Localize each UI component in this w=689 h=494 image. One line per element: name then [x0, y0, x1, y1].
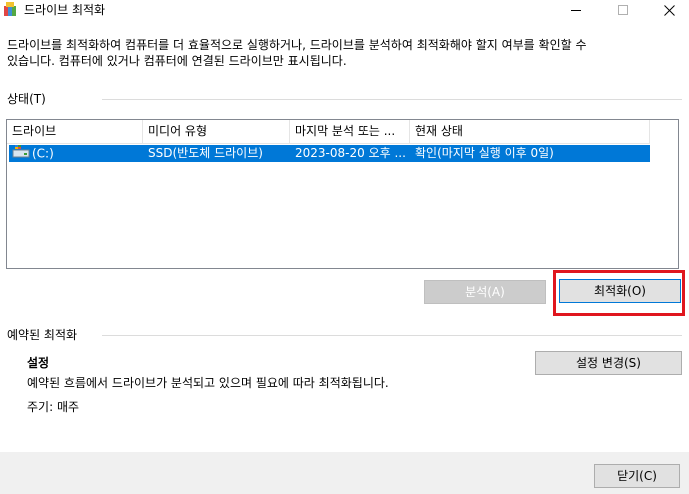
settings-heading: 설정	[27, 356, 50, 370]
settings-description: 예약된 흐름에서 드라이브가 분석되고 있으며 필요에 따라 최적화됩니다.	[27, 376, 389, 390]
schedule-frequency: 주기: 매주	[27, 400, 80, 414]
status-group-label: 상태(T)	[7, 91, 52, 107]
minimize-button[interactable]	[553, 0, 599, 20]
cell-drive: (C:)	[9, 145, 143, 162]
analyze-button[interactable]: 분석(A)	[424, 280, 546, 304]
drive-name: (C:)	[32, 146, 54, 161]
cell-media-type: SSD(반도체 드라이브)	[148, 146, 263, 160]
description-text: 드라이브를 최적화하여 컴퓨터를 더 효율적으로 실행하거나, 드라이브를 분석…	[7, 38, 587, 68]
column-header-last-run[interactable]: 마지막 분석 또는 ...	[290, 120, 410, 143]
schedule-group-divider	[102, 335, 682, 336]
status-group-divider	[102, 99, 682, 100]
change-settings-button[interactable]: 설정 변경(S)	[535, 351, 682, 375]
window-title: 드라이브 최적화	[24, 3, 106, 17]
maximize-button[interactable]	[600, 0, 646, 20]
close-icon	[663, 4, 675, 16]
maximize-icon	[618, 5, 628, 15]
column-header-status[interactable]: 현재 상태	[410, 120, 650, 143]
cell-last-run: 2023-08-20 오후 ...	[295, 146, 406, 160]
column-header-media-type[interactable]: 미디어 유형	[143, 120, 290, 143]
title-bar: 드라이브 최적화	[0, 0, 689, 20]
minimize-icon	[571, 9, 581, 11]
cell-status: 확인(마지막 실행 이후 0일)	[415, 146, 554, 160]
table-row[interactable]: (C:) SSD(반도체 드라이브) 2023-08-20 오후 ... 확인(…	[9, 145, 650, 162]
schedule-group-label: 예약된 최적화	[7, 327, 84, 343]
drive-list[interactable]: 드라이브 미디어 유형 마지막 분석 또는 ... 현재 상태 (C:) SSD…	[6, 119, 679, 269]
optimize-highlight	[553, 270, 685, 316]
close-window-button[interactable]	[646, 0, 689, 20]
drive-icon	[12, 145, 30, 162]
close-button[interactable]: 닫기(C)	[594, 464, 680, 488]
column-header-drive[interactable]: 드라이브	[7, 120, 143, 143]
dialog-footer: 닫기(C)	[0, 452, 689, 494]
drive-list-header: 드라이브 미디어 유형 마지막 분석 또는 ... 현재 상태	[7, 120, 650, 144]
defrag-window: 드라이브 최적화 드라이브를 최적화하여 컴퓨터를 더 효율적으로 실행하거나,…	[0, 0, 689, 494]
defrag-app-icon	[3, 2, 17, 17]
